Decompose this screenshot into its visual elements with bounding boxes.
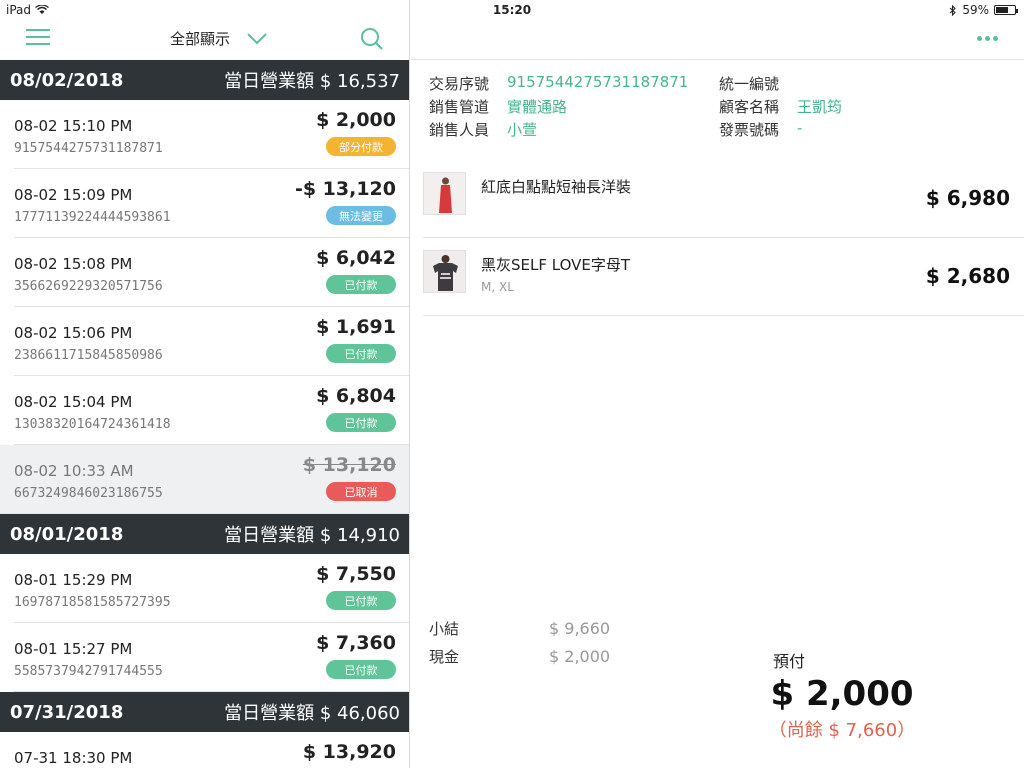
transaction-amount: $ 7,550 (316, 563, 396, 585)
cash-value: $ 2,000 (549, 646, 611, 666)
day-total: 當日營業額 $ 14,910 (224, 525, 400, 546)
channel-label: 銷售管道 (429, 98, 490, 116)
transaction-time: 08-02 15:06 PM (14, 324, 133, 342)
transaction-row[interactable]: 08-02 15:10 PM 9157544275731187871 $ 2,0… (14, 100, 409, 169)
menu-icon[interactable] (26, 29, 50, 49)
day-total: 當日營業額 $ 16,537 (224, 71, 400, 92)
status-badge: 已付款 (326, 344, 396, 363)
channel-value: 實體通路 (507, 98, 568, 116)
transaction-id: 9157544275731187871 (14, 141, 163, 156)
item-name: 黑灰SELF LOVE字母T (481, 256, 631, 274)
transaction-id: 2386611715845850986 (14, 348, 163, 363)
transaction-time: 07-31 18:30 PM (14, 749, 133, 767)
transaction-row-selected[interactable]: 08-02 10:33 AM 6673249846023186755 $ 13,… (0, 445, 409, 514)
subtotal-label: 小結 (429, 619, 460, 638)
transaction-time: 08-01 15:27 PM (14, 640, 133, 658)
order-item[interactable]: 黑灰SELF LOVE字母T M, XL $ 2,680 (423, 238, 1024, 316)
chevron-down-icon (247, 32, 267, 44)
remaining-balance: （尚餘 $ 7,660） (768, 720, 916, 741)
transaction-row[interactable]: 08-02 15:04 PM 13038320164724361418 $ 6,… (14, 376, 409, 445)
order-items: 紅底白點點短袖長洋裝 $ 6,980 黑灰SELF LOVE字母T M, XL … (423, 160, 1024, 316)
transaction-time: 08-02 15:10 PM (14, 117, 133, 135)
day-header: 08/01/2018 當日營業額 $ 14,910 (0, 514, 409, 554)
status-badge: 部分付款 (326, 137, 396, 156)
transaction-id: 13038320164724361418 (14, 417, 171, 432)
transaction-detail-pane: 交易序號 9157544275731187871 統一編號 銷售管道 實體通路 … (411, 0, 1024, 768)
transaction-row[interactable]: 08-02 15:09 PM 17771139224444593861 -$ 1… (14, 169, 409, 238)
day-date: 07/31/2018 (10, 701, 124, 723)
transaction-time: 08-02 15:08 PM (14, 255, 133, 273)
transaction-list: 08/02/2018 當日營業額 $ 16,537 08-02 15:10 PM… (0, 60, 409, 768)
transaction-row[interactable]: 07-31 18:30 PM $ 13,920 (14, 732, 409, 768)
status-badge: 已付款 (326, 591, 396, 610)
transaction-time: 08-02 15:04 PM (14, 393, 133, 411)
transaction-time: 08-02 15:09 PM (14, 186, 133, 204)
staff-value: 小萱 (507, 121, 538, 139)
transaction-id: 6673249846023186755 (14, 486, 163, 501)
transaction-row[interactable]: 08-02 15:08 PM 3566269229320571756 $ 6,0… (14, 238, 409, 307)
order-item[interactable]: 紅底白點點短袖長洋裝 $ 6,980 (423, 160, 1024, 238)
transaction-amount: $ 6,804 (316, 385, 396, 407)
day-date: 08/01/2018 (10, 523, 124, 545)
transaction-amount: $ 13,120 (302, 454, 396, 476)
item-price: $ 6,980 (925, 186, 1010, 210)
transaction-id: 3566269229320571756 (14, 279, 163, 294)
transaction-amount: $ 2,000 (316, 109, 396, 131)
cash-label: 現金 (429, 647, 460, 666)
customer-label: 顧客名稱 (719, 98, 780, 116)
transaction-id: 16978718581585727395 (14, 595, 171, 610)
day-header: 08/02/2018 當日營業額 $ 16,537 (0, 60, 409, 100)
staff-label: 銷售人員 (429, 121, 490, 139)
transaction-amount: -$ 13,120 (294, 178, 396, 200)
status-badge: 已取消 (326, 482, 396, 501)
day-total: 當日營業額 $ 46,060 (224, 703, 400, 724)
prepay-block: 預付 $ 2,000 （尚餘 $ 7,660） (767, 648, 917, 742)
transaction-id: 17771139224444593861 (14, 210, 171, 225)
transaction-amount: $ 6,042 (316, 247, 396, 269)
txn-no-label: 交易序號 (429, 75, 490, 93)
detail-toolbar (411, 20, 1024, 60)
search-icon[interactable] (360, 27, 384, 51)
transaction-row[interactable]: 08-01 15:29 PM 16978718581585727395 $ 7,… (14, 554, 409, 623)
transaction-row[interactable]: 08-01 15:27 PM 5585737942791744555 $ 7,3… (14, 623, 409, 692)
transaction-amount: $ 1,691 (316, 316, 396, 338)
transaction-time: 08-01 15:29 PM (14, 571, 133, 589)
item-price: $ 2,680 (925, 264, 1010, 288)
payment-summary: 小結 $ 9,660 現金 $ 2,000 (429, 614, 610, 670)
transaction-amount: $ 13,920 (302, 741, 396, 763)
subtotal-value: $ 9,660 (549, 618, 611, 638)
transaction-info: 交易序號 9157544275731187871 統一編號 銷售管道 實體通路 … (429, 72, 1009, 141)
prepay-amount: $ 2,000 (770, 674, 914, 714)
product-image (423, 250, 466, 293)
transaction-id: 5585737942791744555 (14, 664, 163, 679)
filter-label: 全部顯示 (170, 30, 231, 48)
prepay-label: 預付 (773, 652, 806, 671)
invoice-value: - (797, 119, 803, 137)
day-date: 08/02/2018 (10, 69, 124, 91)
txn-no-value: 9157544275731187871 (507, 73, 689, 91)
list-toolbar: 全部顯示 (0, 20, 409, 60)
more-options-icon[interactable] (977, 36, 998, 41)
status-badge: 已付款 (326, 413, 396, 432)
transaction-time: 08-02 10:33 AM (14, 462, 134, 480)
item-name: 紅底白點點短袖長洋裝 (481, 178, 632, 196)
transaction-row[interactable]: 08-02 15:06 PM 2386611715845850986 $ 1,6… (14, 307, 409, 376)
transaction-list-pane: 全部顯示 08/02/2018 當日營業額 $ 16,537 08-02 15:… (0, 0, 410, 768)
customer-value[interactable]: 王凱筠 (797, 96, 842, 117)
day-header: 07/31/2018 當日營業額 $ 46,060 (0, 692, 409, 732)
status-badge: 已付款 (326, 660, 396, 679)
item-variant: M, XL (481, 280, 514, 294)
filter-dropdown[interactable]: 全部顯示 (170, 28, 268, 49)
status-badge: 已付款 (326, 275, 396, 294)
tax-id-label: 統一編號 (719, 75, 780, 93)
invoice-label: 發票號碼 (719, 121, 780, 139)
product-image (423, 172, 466, 215)
status-badge: 無法變更 (326, 206, 396, 225)
transaction-amount: $ 7,360 (316, 632, 396, 654)
